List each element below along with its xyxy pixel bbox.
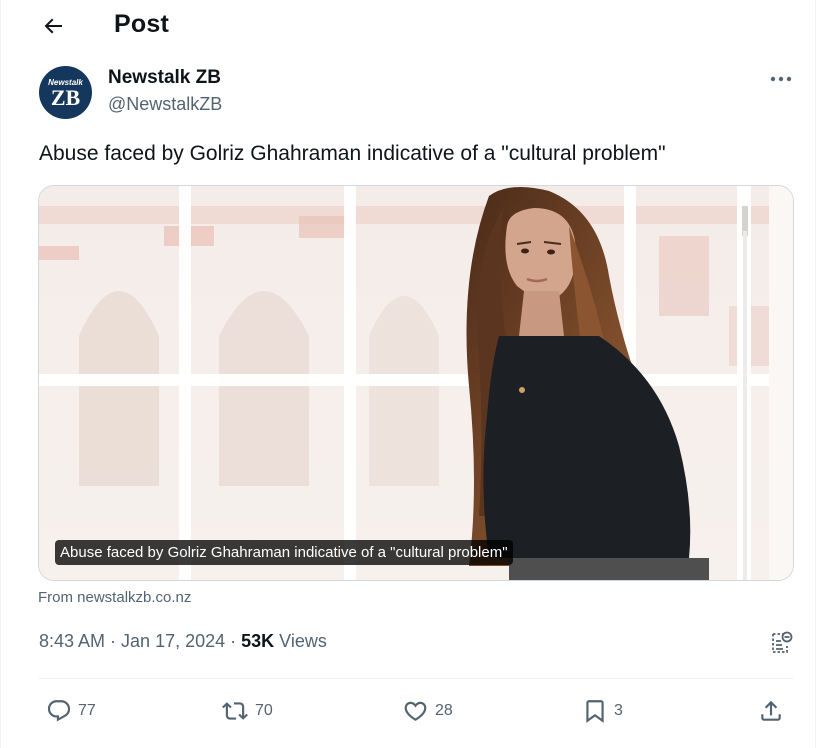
avatar[interactable]: Newstalk ZB [39,66,92,119]
reply-icon [47,700,71,722]
author-name[interactable]: Newstalk ZB [108,67,221,89]
page-title: Post [114,10,169,38]
bookmark-count: 3 [614,702,623,719]
views-count: 53K [241,631,275,651]
header: Post [1,0,816,52]
repost-button[interactable]: 70 [221,690,273,732]
post-page: Post Newstalk ZB Newstalk ZB @NewstalkZB… [0,0,816,748]
divider [38,678,794,679]
analytics-button[interactable] [765,627,797,659]
repost-count: 70 [255,702,273,719]
author-handle[interactable]: @NewstalkZB [108,94,222,115]
article-photo [39,186,793,580]
post-time[interactable]: 8:43 AM [39,631,105,651]
share-icon [761,700,781,721]
bookmark-button[interactable]: 3 [582,690,623,732]
heart-icon [404,701,427,721]
views-label: Views [274,631,327,651]
repost-icon [222,702,248,720]
post-date[interactable]: Jan 17, 2024 [121,631,225,651]
tweet-text: Abuse faced by Golriz Ghahraman indicati… [39,142,666,165]
meta-separator: · [105,631,122,651]
like-count: 28 [435,702,453,719]
arrow-left-icon [44,18,62,34]
bookmark-icon [586,700,604,723]
card-caption: Abuse faced by Golriz Ghahraman indicati… [55,540,513,565]
meta-separator: · [225,631,242,651]
reply-button[interactable]: 77 [46,690,96,732]
action-bar: 77 70 28 3 [1,690,816,732]
card-source-link[interactable]: From newstalkzb.co.nz [38,589,191,606]
link-card[interactable]: Abuse faced by Golriz Ghahraman indicati… [38,185,794,581]
back-button[interactable] [33,6,73,46]
share-button[interactable] [758,690,784,732]
analytics-icon [772,631,793,653]
avatar-logo-text: ZB [50,84,81,110]
reply-count: 77 [78,702,96,719]
more-horizontal-icon [770,76,792,82]
like-button[interactable]: 28 [402,690,453,732]
more-options-button[interactable] [765,66,797,92]
post-meta: 8:43 AM · Jan 17, 2024 · 53K Views [39,631,327,652]
